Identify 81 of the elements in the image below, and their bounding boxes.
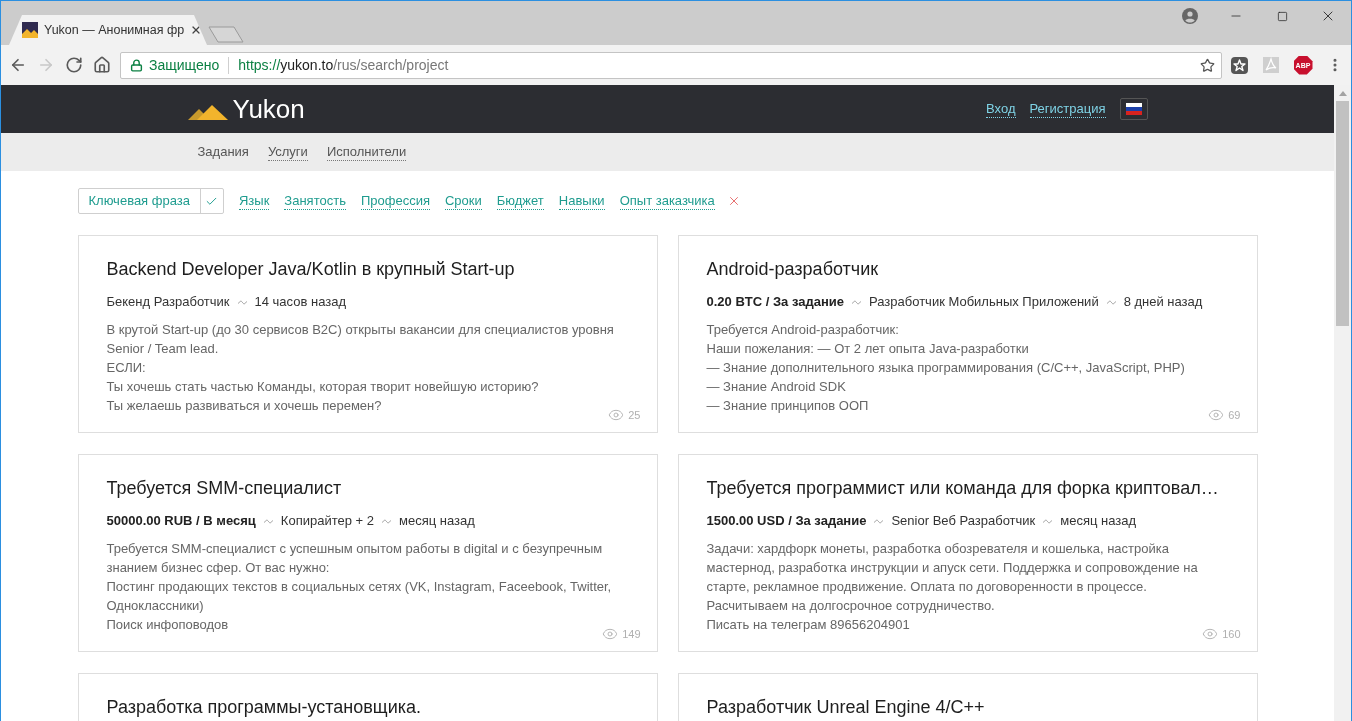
browser-tab[interactable]: Yukon — Анонимная фр: [9, 15, 207, 45]
price-text: 50000.00 RUB / В месяц: [106, 512, 256, 530]
description-text: — Знание Android SDK: [706, 378, 846, 396]
description-text: Постинг продающих текстов в социальных сетях (VK, Instagram, Faceebook, Twitter, Одноклассники): [106, 578, 613, 615]
description-text: Ты желаешь развиваться и хочешь перемен?: [106, 397, 382, 415]
time-text: 8 дней назад: [1123, 293, 1203, 311]
price-text: 1500.00 USD / За задание: [706, 512, 867, 530]
reload-icon: [65, 56, 83, 74]
security-label: Защищено: [149, 55, 220, 75]
triangle-up-icon: [1338, 90, 1347, 96]
category-text[interactable]: Копирайтер + 2: [280, 511, 374, 531]
tilde-separator-icon: [1106, 299, 1116, 305]
logo-text[interactable]: Yukon: [232, 93, 305, 125]
tilde-separator-icon: [852, 299, 862, 305]
price-text: 0.20 BTC / За задание: [706, 293, 845, 311]
filter-link[interactable]: Профессия: [360, 192, 430, 210]
tilde-separator-icon: [381, 518, 391, 524]
profile-icon: [1182, 8, 1198, 24]
project-title[interactable]: Разработка программы-установщика.: [106, 695, 421, 719]
new-tab-button[interactable]: [208, 26, 244, 43]
header-link[interactable]: Вход: [986, 100, 1016, 118]
star-badge-icon: [1230, 56, 1248, 74]
maximize-icon: [1276, 10, 1288, 22]
eye-icon: [602, 626, 619, 642]
project-title[interactable]: Требуется SMM-специалист: [106, 476, 342, 500]
nav-link[interactable]: Задания: [197, 143, 249, 161]
eye-icon: [608, 407, 625, 423]
arrow-right-icon: [37, 56, 55, 74]
view-count: 25: [628, 408, 641, 423]
scrollbar[interactable]: [1334, 85, 1351, 721]
filter-link[interactable]: Язык: [238, 192, 270, 210]
header-link[interactable]: Регистрация: [1029, 100, 1106, 118]
description-text: Требуется SMM-специалист с успешным опытом работы в digital и с безупречным знанием бизнес сфер. От вас нужно:: [106, 540, 604, 577]
time-text: месяц назад: [398, 512, 475, 530]
nav-link[interactable]: Услуги: [267, 143, 308, 161]
filter-link[interactable]: Бюджет: [496, 192, 544, 210]
time-text: 14 часов назад: [254, 293, 347, 311]
eye-icon: [1202, 626, 1219, 642]
description-text: В крутой Start-up (до 30 сервисов B2C) открыты вакансии для специалистов уровня Senior / Team lead.: [106, 321, 615, 358]
description-text: Поиск инфоповодов: [106, 616, 229, 634]
view-count: 149: [622, 627, 641, 642]
flag-icon: [1125, 103, 1142, 115]
description-text: Наши пожелания: — От 2 лет опыта Java-разработки: [706, 340, 1029, 358]
description-text: Ты хочешь стать частью Команды, которая творит новейшую историю?: [106, 378, 539, 396]
time-text: месяц назад: [1060, 512, 1137, 530]
category-text[interactable]: Разработчик Мобильных Приложений: [869, 292, 1099, 312]
language-button[interactable]: [1119, 98, 1148, 120]
description-text: Писать на телеграм 89656204901: [706, 616, 910, 634]
scrollbar-thumb[interactable]: [1336, 101, 1349, 326]
project-title[interactable]: Backend Developer Java/Kotlin в крупный Start-up: [106, 257, 515, 281]
description-text: — Знание принципов ООП: [706, 397, 869, 415]
mountains-logo-icon: [187, 104, 230, 120]
tilde-separator-icon: [237, 299, 247, 305]
tilde-separator-icon: [263, 518, 273, 524]
description-text: Требуется Android-разработчик:: [706, 321, 899, 339]
lock-icon: [130, 58, 143, 72]
tilde-separator-icon: [874, 518, 884, 524]
category-text[interactable]: Senior Веб Разработчик: [891, 511, 1036, 531]
project-title[interactable]: Разработчик Unreal Engine 4/C++: [706, 695, 985, 719]
star-icon: [1199, 57, 1215, 73]
url-text: https://yukon.to/rus/search/project: [238, 55, 449, 75]
keyword-button[interactable]: Ключевая фраза: [78, 189, 200, 213]
view-count: 69: [1228, 408, 1241, 423]
description-text: ЕСЛИ:: [106, 359, 146, 377]
project-title[interactable]: Android-разработчик: [706, 257, 879, 281]
mountain-favicon-icon: [22, 22, 38, 38]
home-icon: [93, 56, 111, 74]
description-text: — Знание дополнительного языка программирования (C/C++, JavaScript, PHP): [706, 359, 1185, 377]
address-bar[interactable]: Защищено https://yukon.to/rus/search/project: [120, 51, 1222, 79]
pdf-icon: [1263, 57, 1279, 73]
filter-link[interactable]: Занятость: [284, 192, 346, 210]
nav-link[interactable]: Исполнители: [326, 143, 407, 161]
project-title[interactable]: Требуется программист или команда для форка криптовал…: [706, 476, 1219, 500]
category-text[interactable]: Бекенд Разработчик: [106, 292, 230, 312]
tilde-separator-icon: [1043, 518, 1053, 524]
filter-link[interactable]: Опыт заказчика: [619, 192, 715, 210]
eye-icon: [1208, 407, 1225, 423]
description-text: Задачи: хардфорк монеты, разработка обозревателя и кошелька, настройка мастернод, разработка инструкции и апуск сети. Поддержка и сопровождение на старте, рекламное продвижение. Оплата по договоренности в процессе.: [706, 540, 1199, 596]
filter-link[interactable]: Сроки: [444, 192, 482, 210]
view-count: 160: [1222, 627, 1241, 642]
description-text: Расчитываем на долгосрочное сотрудничество.: [706, 597, 995, 615]
